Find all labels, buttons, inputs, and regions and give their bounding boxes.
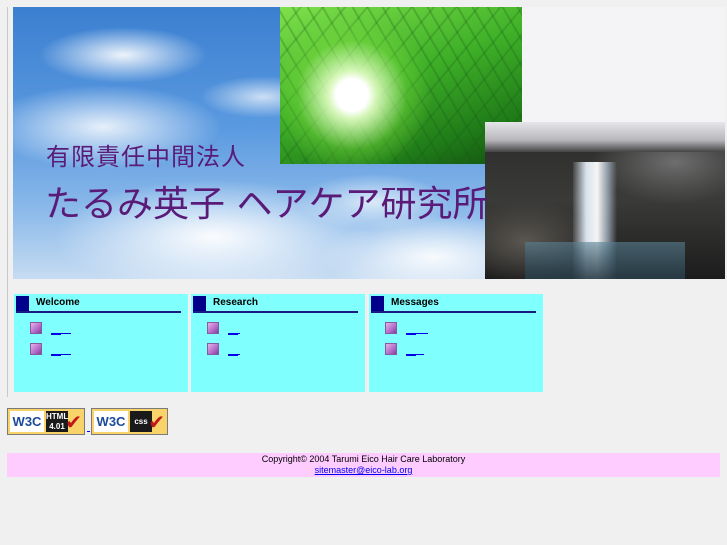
nav-link[interactable]	[51, 342, 71, 355]
checkmark-icon: ✔	[65, 410, 82, 434]
nav-item[interactable]	[385, 321, 445, 335]
link-underline-gap	[87, 431, 90, 432]
left-border-rule	[7, 7, 8, 397]
nav-link[interactable]	[406, 342, 424, 355]
nav-link[interactable]	[228, 321, 240, 334]
nav-heading-messages: Messages	[391, 297, 439, 308]
nav-link[interactable]	[406, 321, 428, 334]
nav-link[interactable]	[51, 321, 71, 334]
nav-heading-welcome: Welcome	[36, 297, 80, 308]
nav-box-header: Research	[193, 296, 358, 313]
header-square-icon	[371, 296, 384, 311]
header-square-icon	[16, 296, 29, 311]
waterfall-photo	[485, 122, 725, 279]
nav-box-header: Welcome	[16, 296, 181, 313]
header-square-icon	[193, 296, 206, 311]
nav-item[interactable]	[207, 342, 267, 356]
nav-heading-research: Research	[213, 297, 259, 308]
nav-box-welcome: Welcome	[14, 294, 188, 392]
bullet-icon	[385, 322, 397, 334]
checkmark-icon: ✔	[148, 410, 165, 434]
contact-email-link[interactable]: sitemaster@eico-lab.org	[315, 465, 413, 475]
site-title: たるみ英子 ヘアケア研究所	[45, 184, 489, 225]
nav-item[interactable]	[207, 321, 267, 335]
nav-box-messages: Messages	[369, 294, 543, 392]
w3c-html-valid-badge[interactable]: W3C HTML 4.01 ✔	[7, 408, 85, 435]
bullet-icon	[207, 343, 219, 355]
bullet-icon	[30, 322, 42, 334]
organization-type: 有限責任中間法人	[46, 143, 246, 171]
bullet-icon	[385, 343, 397, 355]
w3c-logo: W3C	[10, 411, 44, 432]
waterfall-pool	[525, 242, 685, 279]
nav-item[interactable]	[385, 342, 445, 356]
banner-blank-panel	[522, 7, 725, 122]
nav-item[interactable]	[30, 321, 90, 335]
bullet-icon	[30, 343, 42, 355]
copyright-text: Copyright© 2004 Tarumi Eico Hair Care La…	[261, 454, 466, 464]
footer: Copyright© 2004 Tarumi Eico Hair Care La…	[7, 453, 720, 477]
rock-highlight	[485, 122, 725, 152]
w3c-logo: W3C	[94, 411, 128, 432]
w3c-css-valid-badge[interactable]: W3C css ✔	[91, 408, 168, 435]
bullet-icon	[207, 322, 219, 334]
nav-box-header: Messages	[371, 296, 536, 313]
nav-item[interactable]	[30, 342, 90, 356]
nav-box-research: Research	[191, 294, 365, 392]
header-banner: 有限責任中間法人 たるみ英子 ヘアケア研究所	[13, 7, 725, 279]
nav-link[interactable]	[228, 342, 240, 355]
